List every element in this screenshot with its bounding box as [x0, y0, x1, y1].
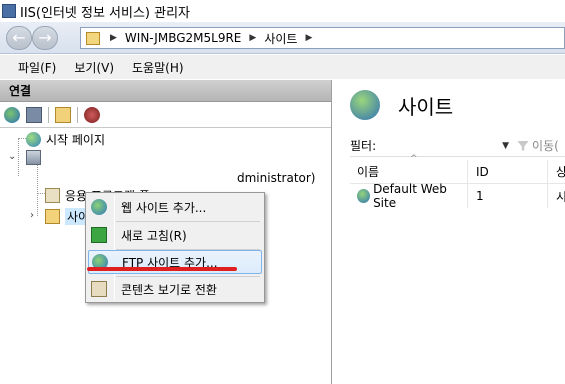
site-globe-icon: [357, 189, 371, 203]
breadcrumb-item-sites[interactable]: 사이트: [264, 30, 297, 47]
menu-item-label: 새로 고침(R): [121, 228, 187, 243]
annotation-underline: [87, 267, 237, 271]
refresh-icon: [91, 227, 107, 243]
column-header-state[interactable]: 상: [548, 160, 565, 183]
app-pool-icon: [45, 188, 60, 203]
breadcrumb-arrow-icon[interactable]: ▶: [305, 33, 312, 43]
table-row[interactable]: Default Web Site 1 시: [350, 182, 565, 210]
tree-item-server[interactable]: [26, 150, 46, 165]
column-header-id[interactable]: ID: [468, 160, 548, 183]
connections-header: 연결: [0, 80, 331, 102]
server-label-fragment[interactable]: dministrator): [237, 171, 316, 185]
column-header-name[interactable]: 이름: [350, 160, 468, 183]
menu-item-refresh[interactable]: 새로 고침(R): [88, 223, 262, 247]
menu-help[interactable]: 도움말(H): [132, 59, 184, 76]
filter-go-button[interactable]: 이동(: [517, 137, 559, 154]
window-title: IIS(인터넷 정보 서비스) 관리자: [20, 5, 191, 21]
sites-table: ^ 이름 ID 상 Default Web Site 1 시: [350, 154, 565, 210]
site-name-cell: Default Web Site: [350, 182, 468, 210]
menu-bar: 파일(F) 보기(V) 도움말(H): [0, 55, 565, 79]
site-state-cell: 시: [556, 189, 565, 204]
menu-view[interactable]: 보기(V): [74, 59, 114, 76]
tree-guide-line: [18, 138, 19, 176]
menu-item-label: 웹 사이트 추가...: [121, 200, 207, 215]
tree-guide-line: [37, 160, 38, 216]
tree-guide-line: [18, 138, 26, 139]
table-header-row: ^ 이름 ID 상: [350, 154, 565, 184]
site-id-cell: 1: [468, 184, 548, 208]
tree-item-label: 시작 페이지: [46, 133, 106, 147]
menu-item-content-view[interactable]: 콘텐츠 보기로 전환: [88, 277, 262, 301]
site-name: Default Web Site: [373, 182, 447, 210]
breadcrumb[interactable]: ▶ WIN-JMBG2M5L9RE ▶ 사이트 ▶: [80, 27, 565, 49]
breadcrumb-arrow-icon[interactable]: ▶: [249, 33, 256, 43]
forward-button[interactable]: →: [32, 26, 58, 50]
address-bar: ← → ▶ WIN-JMBG2M5L9RE ▶ 사이트 ▶: [0, 22, 565, 54]
folder-up-icon[interactable]: [55, 106, 71, 123]
filter-dropdown-icon[interactable]: ▼: [502, 141, 509, 151]
toolbar-divider: [77, 106, 78, 123]
title-bar: IIS(인터넷 정보 서비스) 관리자: [0, 0, 565, 22]
content-view-icon: [91, 281, 107, 297]
save-icon[interactable]: [26, 106, 42, 123]
funnel-icon: [517, 140, 530, 151]
globe-icon[interactable]: [4, 106, 20, 123]
connections-toolbar: [0, 102, 331, 128]
filter-label: 필터:: [350, 139, 377, 153]
menu-file[interactable]: 파일(F): [18, 59, 56, 76]
page-title: 사이트: [350, 90, 453, 120]
web-site-icon: [91, 199, 107, 215]
back-button[interactable]: ←: [6, 26, 32, 50]
menu-separator: [116, 221, 260, 222]
tree-item-start-page[interactable]: 시작 페이지: [26, 131, 105, 148]
connect-icon[interactable]: [84, 106, 100, 123]
sites-icon: [350, 90, 380, 120]
sort-caret-icon: ^: [410, 154, 418, 164]
sites-folder-icon: [86, 31, 100, 45]
filter-bar: 필터: ▼ 이동(: [350, 135, 565, 157]
filter-go-label: 이동(: [532, 139, 559, 153]
expand-chevron-icon[interactable]: ›: [30, 210, 34, 221]
tree-guide-line: [37, 193, 45, 194]
breadcrumb-arrow-icon[interactable]: ▶: [110, 33, 117, 43]
iis-app-icon: [2, 4, 16, 18]
context-menu: 웹 사이트 추가... 새로 고침(R) FTP 사이트 추가... 콘텐츠 보…: [85, 192, 265, 303]
sites-folder-icon: [45, 209, 60, 224]
filter-input[interactable]: [382, 137, 501, 155]
page-title-text: 사이트: [398, 94, 454, 119]
start-page-icon: [26, 132, 41, 147]
breadcrumb-item-server[interactable]: WIN-JMBG2M5L9RE: [125, 31, 241, 45]
server-icon: [26, 150, 41, 165]
menu-item-label: 콘텐츠 보기로 전환: [121, 282, 217, 297]
sites-pane: 사이트 필터: ▼ 이동( ^ 이름 ID 상 Default Web Site…: [338, 80, 565, 384]
menu-item-add-website[interactable]: 웹 사이트 추가...: [88, 195, 262, 219]
collapse-chevron-icon[interactable]: ⌄: [8, 151, 16, 162]
toolbar-divider: [48, 106, 49, 123]
